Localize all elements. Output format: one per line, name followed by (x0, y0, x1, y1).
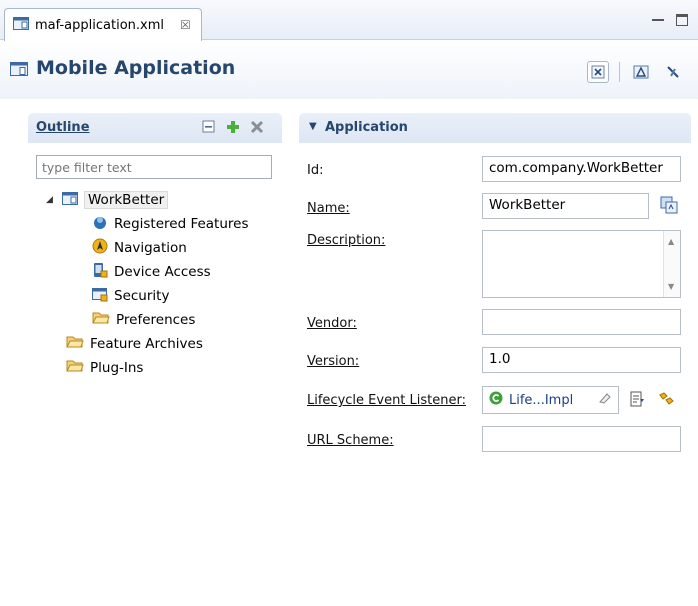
add-icon[interactable] (226, 120, 240, 138)
xml-source-icon[interactable] (587, 61, 609, 83)
tree-item-label: Registered Features (114, 216, 249, 232)
translate-icon[interactable] (660, 196, 678, 218)
id-label: Id: (307, 163, 324, 178)
tree-item-label: Feature Archives (90, 336, 203, 352)
scroll-up-icon[interactable]: ▲ (668, 237, 674, 246)
expand-arrow-icon[interactable]: ◢ (46, 195, 56, 205)
lifecycle-value: Life...Impl (509, 392, 574, 408)
tree-item-label: Security (114, 288, 170, 304)
version-field[interactable]: 1.0 (482, 347, 681, 373)
toolbar-divider (619, 62, 620, 82)
class-icon (489, 391, 503, 409)
editor-tab-bar: maf-application.xml ☒ (0, 0, 698, 41)
delete-icon[interactable] (250, 120, 264, 138)
page-title: Mobile Application (36, 57, 236, 79)
tree-item-security[interactable]: Security (92, 285, 169, 307)
lifecycle-label: Lifecycle Event Listener: (307, 393, 466, 408)
maximize-icon[interactable] (676, 14, 688, 26)
security-icon (92, 286, 108, 306)
application-title: Application (325, 120, 408, 135)
tree-item-label: WorkBetter (84, 191, 169, 209)
description-scrollbar[interactable]: ▲ ▼ (663, 231, 680, 297)
name-label: Name: (307, 201, 350, 216)
app-icon (62, 191, 78, 209)
lifecycle-field[interactable]: Life...Impl (482, 386, 619, 414)
tree-item-plug-ins[interactable]: Plug-Ins (66, 357, 143, 379)
outline-filter-input[interactable] (36, 155, 272, 179)
name-field[interactable]: WorkBetter (482, 193, 649, 219)
description-field[interactable]: ▲ ▼ (482, 230, 681, 298)
device-access-icon (92, 262, 108, 282)
tree-item-navigation[interactable]: Navigation (92, 237, 187, 259)
tree-item-feature-archives[interactable]: Feature Archives (66, 333, 203, 355)
tree-item-device-access[interactable]: Device Access (92, 261, 211, 283)
outline-title: Outline (36, 120, 90, 135)
tree-item-workbetter[interactable]: ◢ WorkBetter (46, 189, 169, 211)
editor-header: Mobile Application (0, 41, 698, 99)
tree-item-label: Device Access (114, 264, 211, 280)
application-panel: ▼ Application Id: com.company.WorkBetter… (299, 113, 691, 606)
tree-item-registered-features[interactable]: Registered Features (92, 213, 249, 235)
outline-panel: Outline ◢ WorkBetter (28, 113, 282, 606)
version-label: Version: (307, 354, 360, 369)
folder-icon (66, 335, 84, 353)
generate-class-icon[interactable] (657, 391, 675, 411)
vendor-label: Vendor: (307, 316, 357, 331)
tree-item-label: Plug-Ins (90, 360, 144, 376)
folder-icon (66, 359, 84, 377)
vendor-field[interactable] (482, 309, 681, 335)
application-header[interactable]: ▼ Application (299, 113, 691, 143)
tree-item-preferences[interactable]: Preferences (92, 309, 195, 331)
url-scheme-field[interactable] (482, 426, 681, 452)
disconnect-icon[interactable] (662, 61, 684, 83)
mobile-application-icon (10, 61, 28, 80)
description-label: Description: (307, 233, 386, 248)
tree-item-label: Preferences (116, 312, 196, 328)
tree-item-label: Navigation (114, 240, 187, 256)
xml-file-icon (13, 16, 29, 34)
collapse-arrow-icon[interactable]: ▼ (309, 121, 317, 132)
editor-tab-label: maf-application.xml (35, 17, 164, 33)
features-icon (92, 214, 108, 234)
editor-tab[interactable]: maf-application.xml ☒ (4, 8, 202, 41)
minimize-icon[interactable] (652, 14, 664, 21)
url-scheme-label: URL Scheme: (307, 433, 394, 448)
folder-icon (92, 311, 110, 329)
id-field[interactable]: com.company.WorkBetter (482, 156, 681, 182)
edit-class-icon[interactable] (629, 391, 645, 411)
scroll-down-icon[interactable]: ▼ (668, 282, 674, 291)
close-tab-icon[interactable]: ☒ (180, 18, 191, 32)
collapse-all-icon[interactable] (202, 120, 216, 138)
deploy-icon[interactable] (630, 61, 652, 83)
clear-icon[interactable] (598, 391, 612, 409)
navigation-icon (92, 238, 108, 258)
outline-header: Outline (28, 113, 282, 143)
